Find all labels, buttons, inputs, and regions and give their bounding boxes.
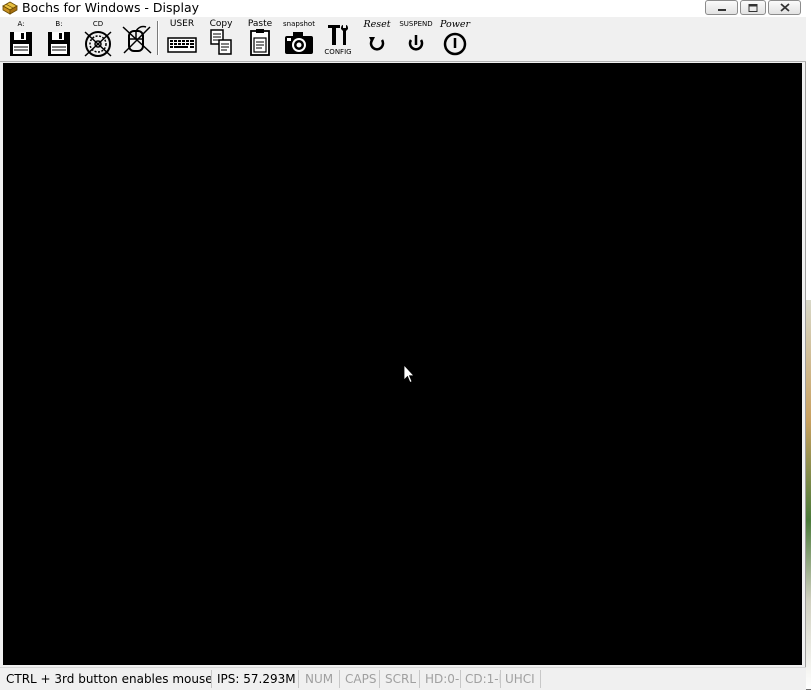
num-lock-indicator: NUM xyxy=(301,670,340,688)
window-title: Bochs for Windows - Display xyxy=(22,0,199,15)
toolbar-separator xyxy=(157,21,159,55)
keyboard-icon xyxy=(167,37,197,53)
camera-icon xyxy=(285,32,313,54)
mouse-disabled-icon xyxy=(122,25,152,54)
bochs-window: Bochs for Windows - Display A: B: CD USE… xyxy=(0,0,806,690)
mouse-cursor-icon xyxy=(403,364,415,384)
ips-status: IPS: 57.293M xyxy=(213,670,299,688)
mouse-button[interactable] xyxy=(117,17,155,61)
reset-icon xyxy=(369,37,385,51)
copy-button[interactable]: Copy xyxy=(202,17,240,61)
floppy-a-button[interactable]: A: xyxy=(2,17,40,61)
copy-icon xyxy=(210,29,232,55)
floppy-disk-icon xyxy=(48,32,70,56)
floppy-b-button[interactable]: B: xyxy=(40,17,78,61)
config-label: CONFIG xyxy=(324,48,352,56)
minimize-icon xyxy=(717,8,726,11)
mouse-hint-status: CTRL + 3rd button enables mouse xyxy=(2,670,212,688)
cd1-indicator: CD:1-M xyxy=(461,670,501,688)
power-icon xyxy=(443,32,467,56)
desktop-background xyxy=(806,0,811,689)
floppy-disk-icon xyxy=(10,32,32,56)
snapshot-button[interactable]: snapshot xyxy=(280,17,318,61)
cdrom-disabled-icon xyxy=(84,31,112,57)
power-button[interactable]: Power xyxy=(436,17,474,61)
caps-lock-indicator: CAPS xyxy=(341,670,380,688)
paste-icon xyxy=(250,29,270,56)
hd0-indicator: HD:0-M xyxy=(421,670,461,688)
close-icon xyxy=(779,3,790,12)
toolbar: A: B: CD USER Copy Paste snapshot CONFIG… xyxy=(0,17,806,62)
title-bar[interactable]: Bochs for Windows - Display xyxy=(0,0,806,17)
paste-button[interactable]: Paste xyxy=(241,17,279,61)
bochs-app-icon xyxy=(2,1,18,15)
user-button[interactable]: USER xyxy=(163,17,201,61)
scroll-lock-indicator: SCRL xyxy=(381,670,420,688)
maximize-button[interactable] xyxy=(740,0,766,15)
config-tools-icon xyxy=(328,25,348,45)
maximize-icon xyxy=(748,3,758,12)
config-button[interactable]: CONFIG xyxy=(319,17,357,61)
close-button[interactable] xyxy=(768,0,801,15)
suspend-icon xyxy=(408,35,424,51)
minimize-button[interactable] xyxy=(705,0,738,15)
cdrom-button[interactable]: CD xyxy=(79,17,117,61)
reset-button[interactable]: Reset xyxy=(358,17,396,61)
uhci-indicator: UHCI xyxy=(501,670,541,688)
status-bar: CTRL + 3rd button enables mouse IPS: 57.… xyxy=(0,667,806,690)
emulator-display[interactable] xyxy=(3,63,802,665)
suspend-button[interactable]: SUSPEND xyxy=(397,17,435,61)
